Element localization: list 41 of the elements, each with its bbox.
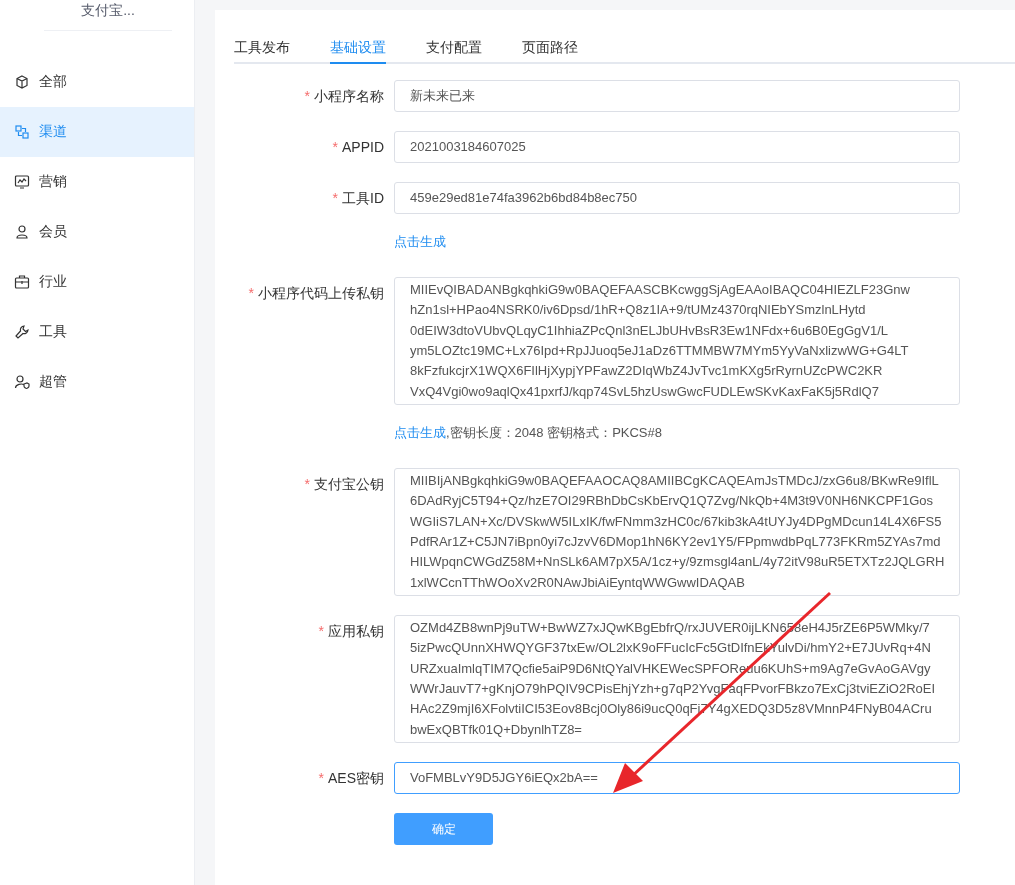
textarea-field[interactable]: MIIBIjANBgkqhkiG9w0BAQEFAAOCAQ8AMIIBCgKCAQEAmJsTMDcJ/zxG6u8/BKwRe9IflL 6DAdRyjC5T94+Qz/hzE7OI29RBhDbCsKbErvQ1Q7Zvg/NkQb+4M3t9V0NH6NKCPF1Gos WGIiS7LAN+Xc/DVSkwW5ILxIK/fwFNmm3zHC0c/67kib3kA4tUYJy4DPgMDcun14L4X6FS5 PdfRAr1Z+C5JN7iBpn0yi7cJzvV6DMop1hN6KY2ev1Y5/FPpmwdbPqL773FKRm5ZYAs7md HILWpqnCWGdZ58M+NnSLk6AM7pX5A/1cz+y/9zmsgl4anL/4y72itV98uR5ETXTz2JQLGRH 1xlWCcnTThWOoXv2R0NAwJbiAiEyntqWWGwwIDAQAB xyxy=(394,468,960,596)
field-label: 小程序名称 xyxy=(314,88,384,104)
tab[interactable]: 页面路径 xyxy=(522,40,578,64)
required-mark: * xyxy=(248,285,254,301)
user-icon xyxy=(14,224,30,240)
chart-monitor-icon xyxy=(14,174,30,190)
required-mark: * xyxy=(318,770,324,786)
generate-link[interactable]: 点击生成 xyxy=(394,425,446,440)
field-label: 支付宝公钥 xyxy=(314,476,384,492)
input-field[interactable]: VoFMBLvY9D5JGY6iEQx2bA== xyxy=(394,762,960,794)
sidebar-item[interactable]: 营销 xyxy=(0,157,194,207)
sidebar-item[interactable]: 工具 xyxy=(0,307,194,357)
field-label: 小程序代码上传私钥 xyxy=(258,285,384,301)
user-shield-icon xyxy=(14,374,30,390)
input-field[interactable]: 新未来已来 xyxy=(394,80,960,112)
sidebar-item[interactable]: 行业 xyxy=(0,257,194,307)
tab[interactable]: 支付配置 xyxy=(426,40,482,64)
sidebar-item[interactable]: 超管 xyxy=(0,357,194,407)
field-label: 应用私钥 xyxy=(328,623,384,639)
tab[interactable]: 基础设置 xyxy=(330,40,386,64)
input-field[interactable]: 2021003184607025 xyxy=(394,131,960,163)
tab[interactable]: 工具发布 xyxy=(234,40,290,64)
wrench-icon xyxy=(14,324,30,340)
cube-icon xyxy=(14,74,30,90)
generate-link[interactable]: 点击生成 xyxy=(394,234,446,249)
sidebar-title: 支付宝... xyxy=(44,0,172,31)
field-label: 工具ID xyxy=(342,190,384,206)
required-mark: * xyxy=(304,88,310,104)
required-mark: * xyxy=(332,139,338,155)
squares-icon xyxy=(14,124,30,140)
required-mark: * xyxy=(332,190,338,206)
required-mark: * xyxy=(304,476,310,492)
key-format-hint: ,密钥长度：2048 密钥格式：PKCS#8 xyxy=(446,425,662,440)
field-label: APPID xyxy=(342,139,384,155)
input-field[interactable]: 459e29ed81e74fa3962b6bd84b8ec750 xyxy=(394,182,960,214)
toolbox-icon xyxy=(14,274,30,290)
sidebar-item[interactable]: 会员 xyxy=(0,207,194,257)
textarea-field[interactable]: MIIEvQIBADANBgkqhkiG9w0BAQEFAASCBKcwggSjAgEAAoIBAQC04HIEZLF23Gnw hZn1sl+HPao4NSRK0/iv6Dpsd/1hR+Q8z1IA+9/tUMz4370rqNIEbYSmzlnLHytd 0dEIW3dtoVUbvQLqyC1IhhiaZPcQnl3nELJbUHvBsR3Ew1NFdx+6u6B0EgGgV1/L ym5LOZtc19MC+Lx76Ipd+RpJJuoq5eJ1aDz6TTMMBW7MYm5YyVaNxlizwWG+G4LT 8kFzfukcjrX1WQX6FIlHjXypjYPFawZ2DIqWbZ4JvTvc1mKXg5rRyrnUZcPWC2KR VxQ4Vgi0wo9aqlQx41pxrfJ/kqp74SvL5hzUswGwcFUDLEwSKvKaxFaK5j5RdlQ7 xyxy=(394,277,960,405)
sidebar-item[interactable]: 全部 xyxy=(0,57,194,107)
required-mark: * xyxy=(318,623,324,639)
field-label: AES密钥 xyxy=(328,770,384,786)
